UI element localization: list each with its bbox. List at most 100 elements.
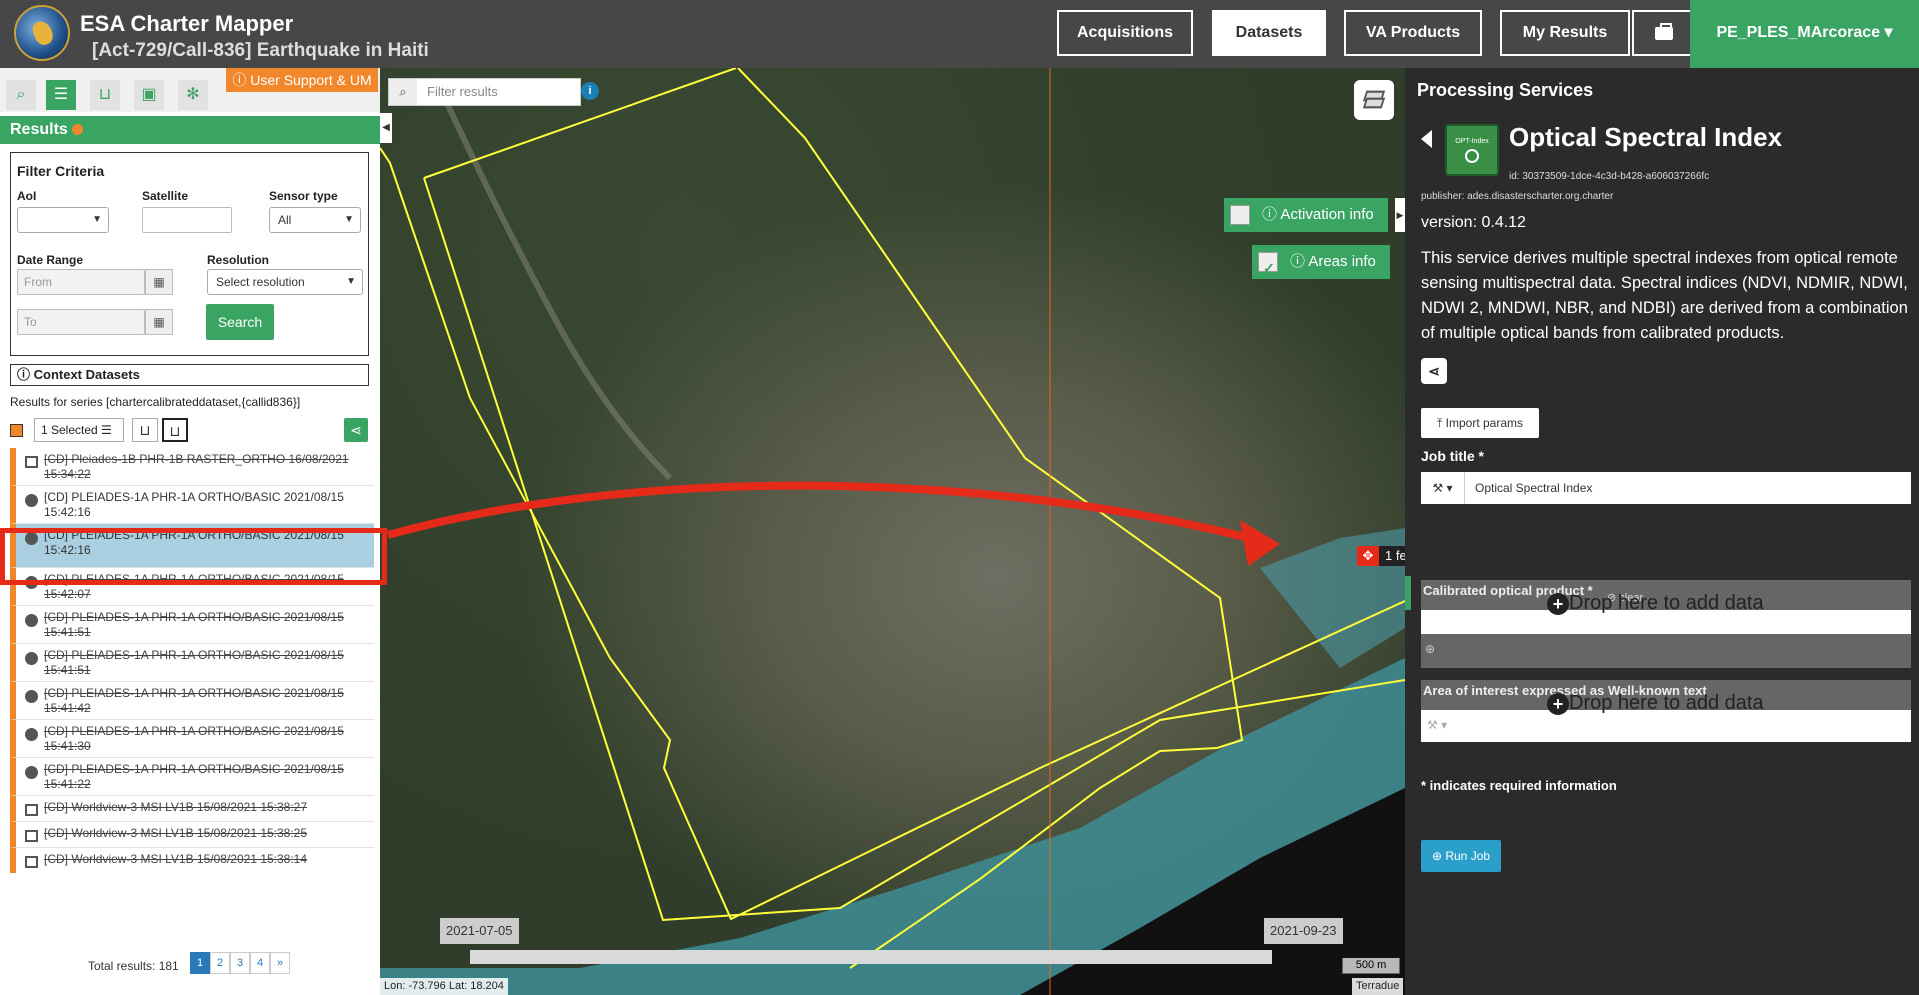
aoi-wkt-field[interactable]: Area of interest expressed as Well-known… [1421,680,1911,742]
service-logo-text: OPT-Index [1455,138,1489,145]
magnifier-icon [1465,149,1479,163]
result-item[interactable]: [CD] PLEIADES-1A PHR-1A ORTHO/BASIC 2021… [10,758,374,796]
move-icon[interactable]: ✥ [1357,546,1379,566]
nav-datasets[interactable]: Datasets [1212,10,1326,56]
result-item[interactable]: [CD] Worldview-3 MSI LV1B 15/08/2021 15:… [10,848,374,873]
briefcase-button[interactable] [1632,10,1692,56]
active-field-marker [1405,576,1411,610]
layers-button[interactable] [1354,80,1394,120]
result-item[interactable]: [CD] Pleiades-1B PHR-1B RASTER_ORTHO 16/… [10,448,374,486]
result-item[interactable]: [CD] PLEIADES-1A PHR-1A ORTHO/BASIC 2021… [10,486,374,524]
drop-zone-label: Drop here to add data [1569,592,1764,614]
search-icon[interactable]: ⌕ [6,80,36,110]
required-note: * indicates required information [1421,778,1617,793]
nav-va-products[interactable]: VA Products [1344,10,1482,56]
result-item[interactable]: [CD] Worldview-3 MSI LV1B 15/08/2021 15:… [10,796,374,822]
satellite-label: Satellite [142,189,189,203]
job-title-label: Job title * [1421,448,1485,464]
calendar-icon[interactable]: ▦ [145,269,173,295]
service-version: version: 0.4.12 [1421,214,1526,231]
aoi-label: AoI [17,189,37,203]
chevron-right-icon[interactable]: ▶ [1395,198,1405,232]
share-icon[interactable]: ⋖ [1421,358,1447,384]
cursor-coordinates: Lon: -73.796 Lat: 18.204 [380,978,508,995]
aoi-select[interactable]: ▼ [17,207,109,233]
user-menu[interactable]: PE_PLES_MArcorace ▾ [1690,0,1919,68]
service-id: id: 30373509-1dce-4c3d-b428-a606037266fc [1509,171,1710,182]
page-button[interactable]: 1 [190,952,210,974]
list-icon[interactable]: ☰ [46,80,76,110]
run-job-label: Run Job [1445,849,1491,863]
app-title: ESA Charter Mapper [80,11,294,36]
areas-info-checkbox[interactable] [1258,251,1278,285]
add-to-basket-icon[interactable]: ⊔ [132,418,158,442]
page-next-button[interactable]: » [270,952,290,974]
calendar-icon[interactable]: ▦ [145,309,173,335]
page-button[interactable]: 4 [250,952,270,974]
job-title-field[interactable]: ⚒ ▾ Optical Spectral Index [1421,472,1911,504]
map-filter-input[interactable]: ⌕ Filter results [388,78,581,106]
timeline-slider[interactable] [470,950,1272,964]
user-support-label: User Support & UM [250,72,372,88]
timeline-start-label[interactable]: 2021-07-05 [440,918,519,944]
calibrated-product-field[interactable]: Calibrated optical product * ⊘ clear + D… [1421,580,1911,668]
share-icon[interactable]: ⋖ [344,418,368,442]
dataset-icon [25,804,38,816]
basket-icon[interactable]: ⊔ [90,80,120,110]
map-view[interactable]: ◀ ⌕ Filter results i ⓘ Activation info ▶… [380,68,1405,995]
page-button[interactable]: 3 [230,952,250,974]
timeline-end-label[interactable]: 2021-09-23 [1264,918,1343,944]
result-item[interactable]: [CD] PLEIADES-1A PHR-1A ORTHO/BASIC 2021… [10,682,374,720]
job-title-value[interactable]: Optical Spectral Index [1475,472,1592,504]
calibrated-product-label: Calibrated optical product * [1423,583,1593,598]
magic-wand-icon[interactable]: ⚒ ▾ [1421,472,1465,504]
areas-info-toggle[interactable]: ⓘ Areas info [1252,245,1390,285]
basket-icon[interactable]: ⊔ [162,418,188,442]
nav-acquisitions[interactable]: Acquisitions [1057,10,1193,56]
user-support-button[interactable]: ⓘ User Support & UM [226,68,378,92]
satellite-input[interactable] [142,207,232,233]
back-arrow-icon[interactable] [1421,130,1432,148]
info-icon[interactable]: i [581,82,599,100]
selected-dropdown[interactable]: 1 Selected ☰ [34,418,124,442]
gear-icon[interactable]: ✻ [178,80,208,110]
add-row-icon[interactable]: ⊕ [1425,642,1435,656]
series-text: Results for series [chartercalibrateddat… [10,395,301,409]
result-item-label: [CD] Worldview-3 MSI LV1B 15/08/2021 15:… [44,826,308,840]
collapse-left-panel-button[interactable]: ◀ [380,113,392,143]
result-item-label: [CD] PLEIADES-1A PHR-1A ORTHO/BASIC 2021… [44,648,344,677]
activation-info-toggle[interactable]: ⓘ Activation info [1224,198,1388,232]
activation-info-checkbox[interactable] [1230,205,1250,225]
rss-icon[interactable] [71,124,83,136]
date-to-input[interactable]: To [17,309,145,335]
import-params-label: Import params [1445,416,1523,430]
import-params-button[interactable]: ⤒ Import params [1421,408,1539,438]
total-results: Total results: 181 [88,959,179,973]
service-logo: OPT-Index [1445,124,1499,176]
date-from-input[interactable]: From [17,269,145,295]
sensor-type-select[interactable]: All ▼ [269,207,361,233]
search-icon: ⌕ [389,79,417,105]
filter-criteria: Filter Criteria AoI ▼ Satellite Sensor t… [10,152,369,356]
processing-services-panel: Processing Services OPT-Index Optical Sp… [1405,68,1919,995]
results-label: Results [10,121,68,138]
result-item[interactable]: [CD] PLEIADES-1A PHR-1A ORTHO/BASIC 2021… [10,644,374,682]
chevron-down-icon: ▼ [92,214,102,225]
selected-label: 1 Selected [41,423,98,437]
context-datasets[interactable]: ⓘ Context Datasets [10,364,369,386]
chevron-down-icon: ▼ [346,276,356,287]
result-item[interactable]: [CD] PLEIADES-1A PHR-1A ORTHO/BASIC 2021… [10,606,374,644]
resolution-select[interactable]: Select resolution ▼ [207,269,363,295]
run-job-button[interactable]: ⊕ Run Job [1421,840,1501,872]
result-list: [CD] Pleiades-1B PHR-1B RASTER_ORTHO 16/… [10,448,374,873]
page-button[interactable]: 2 [210,952,230,974]
select-all-checkbox[interactable] [10,424,23,437]
globe-icon [25,766,38,779]
archive-icon[interactable]: ▣ [134,80,164,110]
result-item-label: [CD] Worldview-3 MSI LV1B 15/08/2021 15:… [44,800,308,814]
result-item[interactable]: [CD] PLEIADES-1A PHR-1A ORTHO/BASIC 2021… [10,720,374,758]
result-item[interactable]: [CD] Worldview-3 MSI LV1B 15/08/2021 15:… [10,822,374,848]
search-button[interactable]: Search [206,304,274,340]
nav-my-results[interactable]: My Results [1500,10,1630,56]
magic-wand-icon[interactable]: ⚒ ▾ [1427,718,1447,732]
